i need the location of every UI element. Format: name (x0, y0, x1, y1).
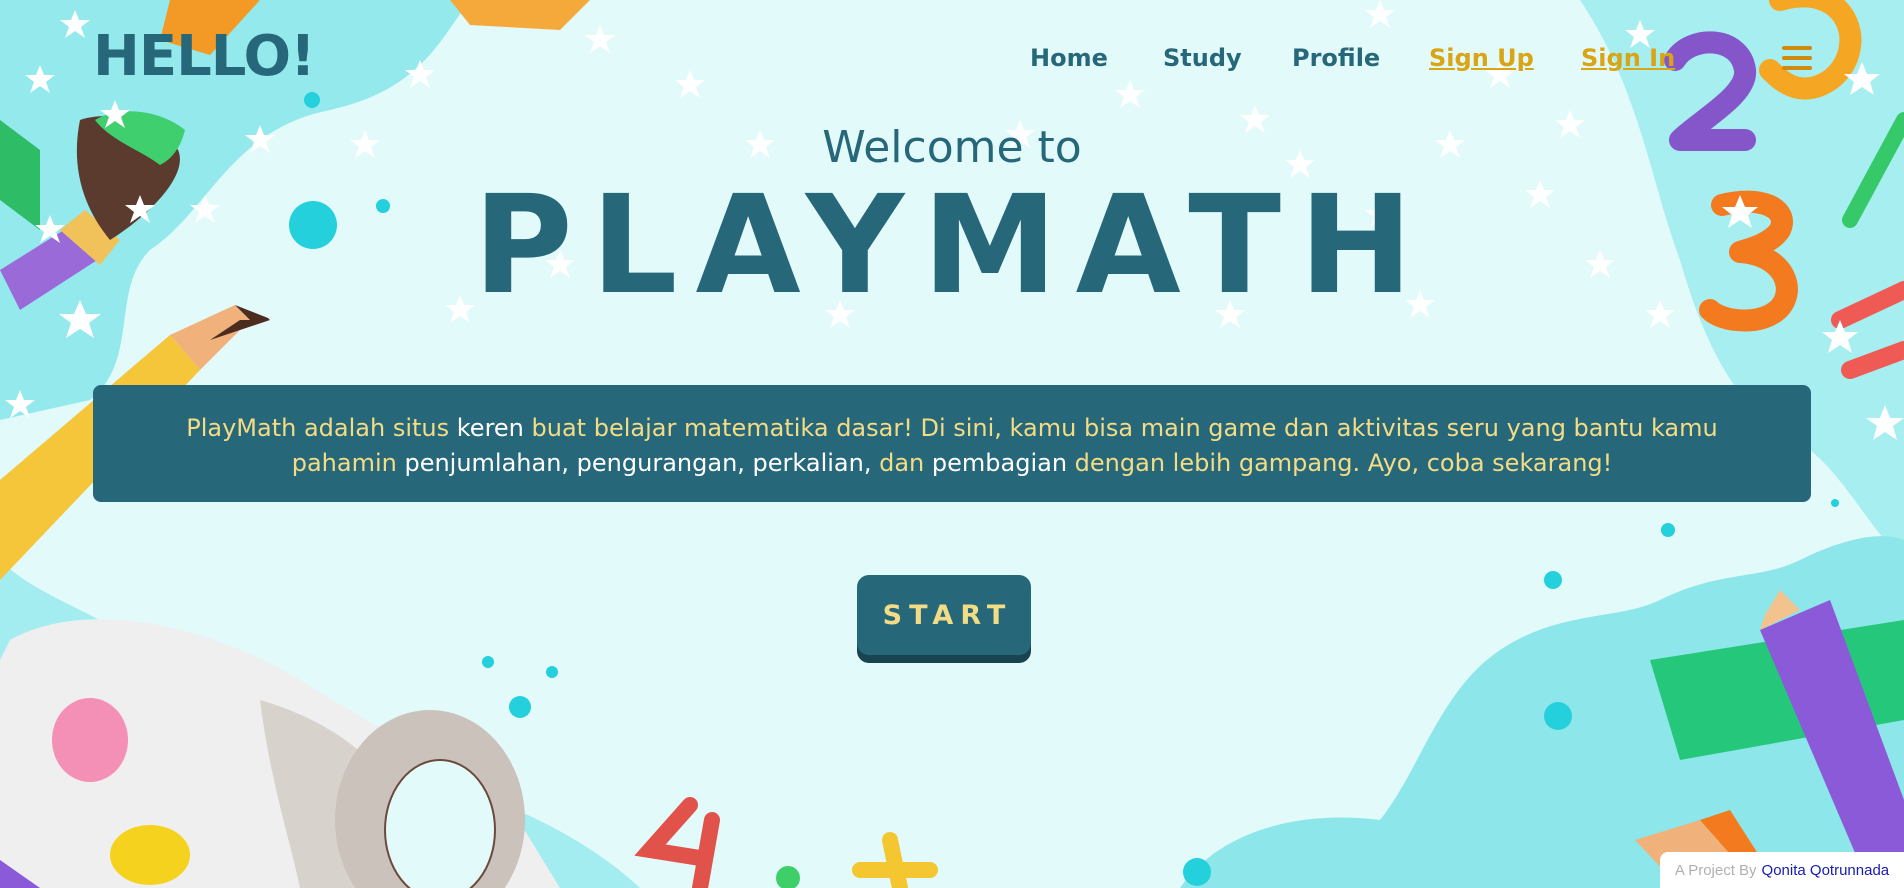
description-highlight: pembagian (931, 449, 1068, 477)
description-text: PlayMath adalah situs (186, 414, 457, 442)
credit-prefix: A Project By (1674, 861, 1757, 879)
nav-signup-link[interactable]: Sign Up (1429, 44, 1534, 72)
menu-bar (1782, 56, 1812, 60)
site-logo[interactable]: HELLO! (93, 24, 316, 89)
description-text: dengan lebih gampang. Ayo, coba sekarang… (1067, 449, 1613, 477)
start-button[interactable]: START (857, 575, 1031, 655)
nav-study-link[interactable]: Study (1163, 44, 1242, 72)
brand-title: PLAYMATH (473, 167, 1431, 325)
nav-signin-link[interactable]: Sign In (1581, 44, 1675, 72)
menu-bar (1782, 46, 1812, 50)
credit-author-link[interactable]: Qonita Qotrunnada (1762, 862, 1890, 879)
description-text: dan (871, 449, 932, 477)
nav-home-link[interactable]: Home (1030, 44, 1108, 72)
welcome-heading: Welcome to (822, 122, 1082, 173)
description-box: PlayMath adalah situs keren buat belajar… (93, 385, 1811, 502)
nav-profile-link[interactable]: Profile (1292, 44, 1380, 72)
project-credit: A Project By Qonita Qotrunnada (1660, 852, 1904, 888)
description-highlight: keren (456, 414, 524, 442)
menu-bar (1782, 66, 1812, 70)
description-highlight: penjumlahan, pengurangan, perkalian, (404, 449, 872, 477)
hamburger-menu-icon[interactable] (1782, 46, 1812, 70)
